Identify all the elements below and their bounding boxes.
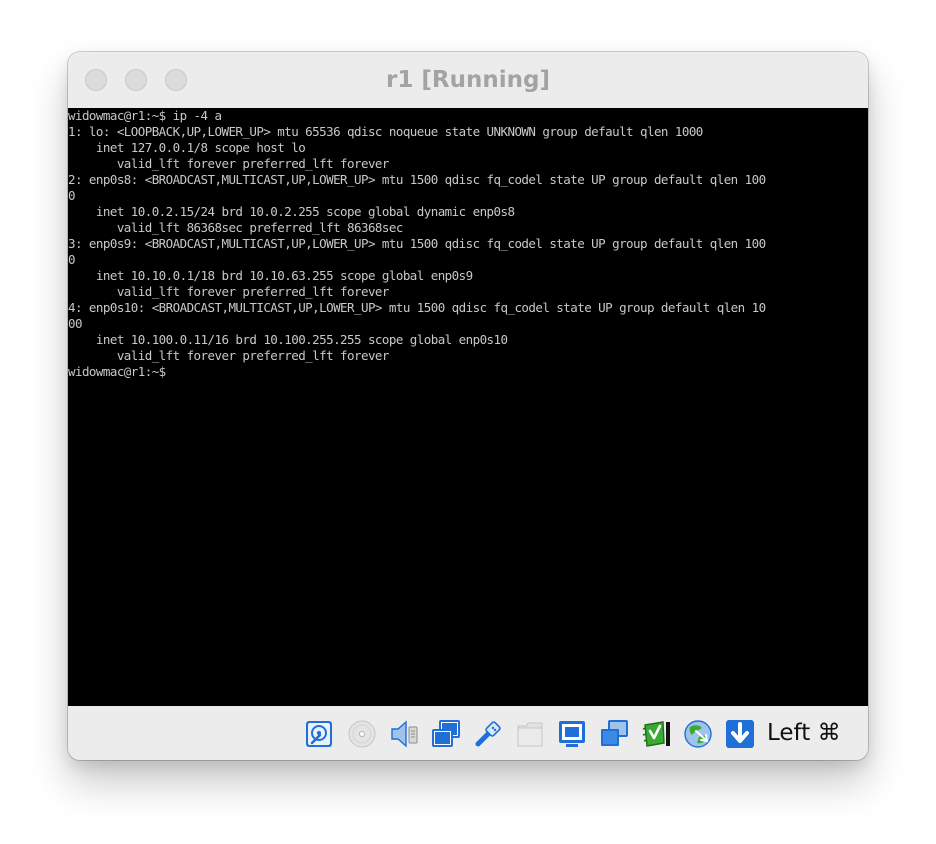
vm-window: r1 [Running] widowmac@r1:~$ ip -4 a 1: lo… <box>68 52 868 760</box>
terminal-line: valid_lft 86368sec preferred_lft 86368se… <box>68 220 404 235</box>
terminal-line: inet 127.0.0.1/8 scope host lo <box>68 140 306 155</box>
terminal-line: 0 <box>68 252 76 267</box>
terminal-line: inet 10.100.0.11/16 brd 10.100.255.255 s… <box>68 332 508 347</box>
terminal-output: widowmac@r1:~$ ip -4 a 1: lo: <LOOPBACK,U… <box>68 108 868 380</box>
usb-icon[interactable] <box>473 719 503 749</box>
terminal-line: 00 <box>68 316 83 331</box>
status-bar: Left ⌘ <box>68 706 868 760</box>
terminal-line: 0 <box>68 188 76 203</box>
video-capture-icon[interactable] <box>599 719 629 749</box>
terminal-line: 3: enp0s9: <BROADCAST,MULTICAST,UP,LOWER… <box>68 236 766 251</box>
keyboard-capture-icon[interactable] <box>725 719 755 749</box>
vm-screen[interactable]: widowmac@r1:~$ ip -4 a 1: lo: <LOOPBACK,U… <box>68 108 868 706</box>
title-bar[interactable]: r1 [Running] <box>68 52 868 108</box>
guest-additions-icon[interactable] <box>641 719 671 749</box>
mouse-integration-icon[interactable] <box>683 719 713 749</box>
terminal-line: 4: enp0s10: <BROADCAST,MULTICAST,UP,LOWE… <box>68 300 766 315</box>
terminal-line: inet 10.0.2.15/24 brd 10.0.2.255 scope g… <box>68 204 515 219</box>
display-icon[interactable] <box>557 719 587 749</box>
window-title: r1 [Running] <box>386 67 550 93</box>
optical-drive-icon[interactable] <box>347 719 377 749</box>
network-icon[interactable] <box>431 719 461 749</box>
terminal-prompt: widowmac@r1:~$ <box>68 364 166 379</box>
audio-icon[interactable] <box>389 719 419 749</box>
terminal-line: 1: lo: <LOOPBACK,UP,LOWER_UP> mtu 65536 … <box>68 124 703 139</box>
terminal-line: widowmac@r1:~$ ip -4 a <box>68 108 222 123</box>
hard-disk-icon[interactable] <box>304 719 334 749</box>
terminal-line: valid_lft forever preferred_lft forever <box>68 348 390 363</box>
terminal-line: inet 10.10.0.1/18 brd 10.10.63.255 scope… <box>68 268 473 283</box>
host-key-label: Left ⌘ <box>767 720 841 746</box>
shared-folders-icon[interactable] <box>515 719 545 749</box>
terminal-line: valid_lft forever preferred_lft forever <box>68 284 390 299</box>
terminal-line: 2: enp0s8: <BROADCAST,MULTICAST,UP,LOWER… <box>68 172 766 187</box>
terminal-line: valid_lft forever preferred_lft forever <box>68 156 390 171</box>
